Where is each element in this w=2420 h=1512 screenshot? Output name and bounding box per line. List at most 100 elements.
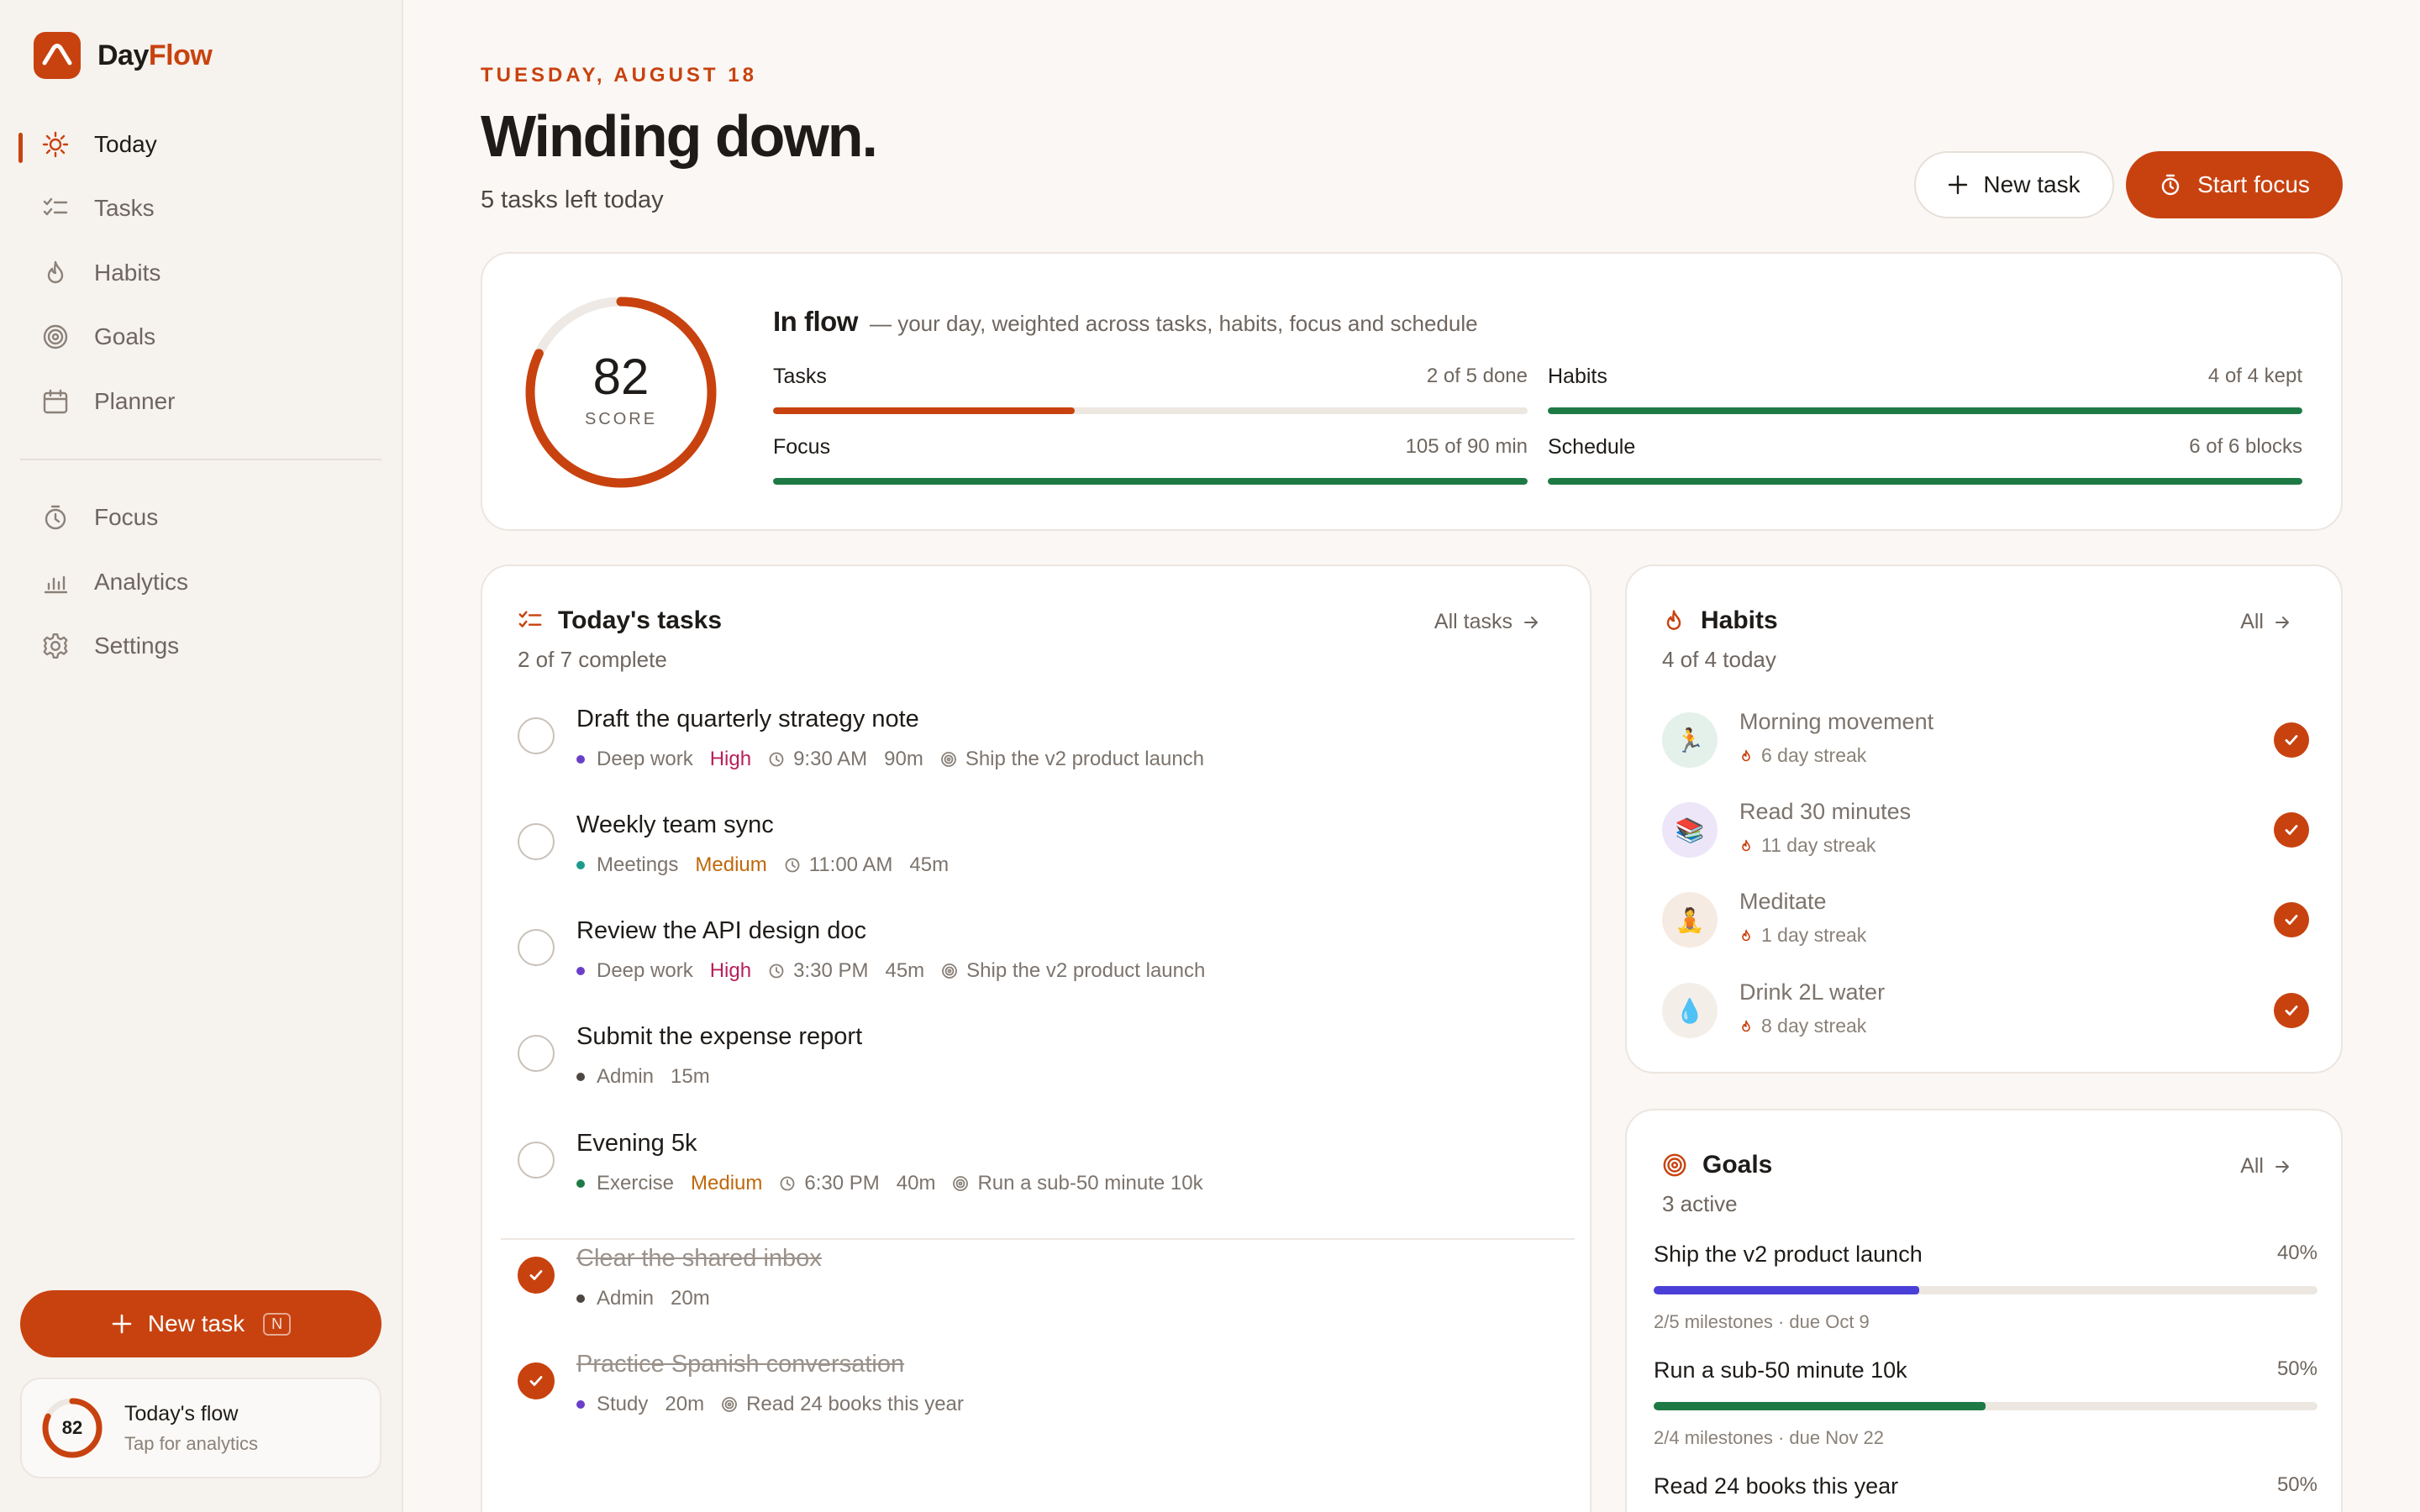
nav-item-habits[interactable]: Habits: [20, 244, 381, 302]
habit-checkbox-checked[interactable]: [2274, 993, 2309, 1028]
metric-name: Tasks: [773, 365, 827, 388]
metric-name: Schedule: [1548, 435, 1636, 459]
nav-label: Settings: [94, 633, 180, 659]
habit-name: Morning movement: [1739, 709, 1934, 734]
gear-icon: [40, 631, 71, 661]
task-time: 6:30 PM: [804, 1172, 880, 1194]
nav-item-analytics[interactable]: Analytics: [20, 554, 381, 611]
arrow-right-icon: [2274, 1158, 2291, 1175]
task-checkbox[interactable]: [518, 929, 555, 966]
new-task-label: New task: [1983, 171, 2081, 197]
task-checkbox[interactable]: [518, 717, 555, 754]
checklist-icon: [40, 193, 71, 223]
task-duration: 15m: [671, 1065, 710, 1088]
target-icon: [952, 1175, 969, 1192]
task-meta: Admin 15m: [576, 1065, 710, 1089]
habit-row: 💧 Drink 2L water 8 day streak: [1662, 978, 2309, 1045]
task-title: Review the API design doc: [576, 917, 866, 944]
metric-value: 2 of 5 done: [1426, 365, 1528, 387]
task-checkbox-checked[interactable]: [518, 1257, 555, 1294]
water-drop-icon: 💧: [1662, 983, 1718, 1038]
task-goal-wrap: Ship the v2 product launch: [941, 959, 1205, 983]
page-title: Winding down.: [481, 103, 878, 169]
habit-name: Read 30 minutes: [1739, 799, 1912, 824]
completed-divider: [501, 1238, 1575, 1240]
task-title: Clear the shared inbox: [576, 1245, 822, 1272]
goal-header: Run a sub-50 minute 10k 50%: [1654, 1357, 2317, 1383]
goal-percent: 50%: [2276, 1357, 2317, 1380]
habit-checkbox-checked[interactable]: [2274, 812, 2309, 848]
nav-label: Goals: [94, 323, 156, 349]
task-checkbox[interactable]: [518, 823, 555, 860]
task-row[interactable]: Clear the shared inbox Admin 20m: [518, 1243, 1560, 1336]
flame-icon: [1739, 1019, 1753, 1034]
nav-item-today[interactable]: Today: [18, 116, 381, 173]
nav-item-settings[interactable]: Settings: [20, 617, 381, 675]
task-row[interactable]: Draft the quarterly strategy note Deep wo…: [518, 704, 1560, 796]
start-focus-label: Start focus: [2197, 171, 2310, 197]
metric-habits: Habits 4 of 4 kept: [1548, 365, 2302, 414]
task-checkbox[interactable]: [518, 1142, 555, 1179]
habit-streak-text: 8 day streak: [1761, 1015, 1867, 1037]
task-meta: Study 20m Read 24 books this year: [576, 1393, 964, 1416]
target-icon: [940, 751, 957, 768]
task-row[interactable]: Evening 5k Exercise Medium 6:30 PM 40m Run a …: [518, 1128, 1560, 1221]
clock-icon: [784, 857, 801, 874]
new-task-button[interactable]: New task: [1914, 151, 2114, 218]
start-focus-button[interactable]: Start focus: [2126, 151, 2343, 218]
task-time-wrap: 6:30 PM: [779, 1172, 880, 1195]
category-dot: [576, 755, 585, 764]
task-checkbox-checked[interactable]: [518, 1362, 555, 1399]
all-goals-link[interactable]: All: [2240, 1154, 2291, 1179]
nav-item-focus[interactable]: Focus: [20, 489, 381, 546]
goal-row[interactable]: Run a sub-50 minute 10k 50% 2/4 milestones…: [1654, 1357, 2317, 1449]
habit-checkbox-checked[interactable]: [2274, 902, 2309, 937]
metric-progress-fill: [773, 407, 1076, 414]
task-title: Draft the quarterly strategy note: [576, 706, 919, 732]
goal-name: Read 24 books this year: [1654, 1473, 1899, 1499]
metric-progress-track: [1548, 407, 2302, 414]
task-checkbox[interactable]: [518, 1035, 555, 1072]
card-subtitle: 4 of 4 today: [1662, 647, 1776, 672]
sidebar-new-task-button[interactable]: New task N: [20, 1290, 381, 1357]
goal-row[interactable]: Ship the v2 product launch 40% 2/5 milesto…: [1654, 1242, 2317, 1333]
logo-mark-icon: [34, 32, 81, 79]
task-category: Admin: [597, 1065, 655, 1088]
goal-meta: 2/4 milestones · due Nov 22: [1654, 1427, 1884, 1448]
goal-row[interactable]: Read 24 books this year 50%: [1654, 1473, 2317, 1512]
task-title: Evening 5k: [576, 1130, 697, 1157]
habit-streak-text: 11 day streak: [1761, 834, 1876, 856]
nav-item-planner[interactable]: Planner: [20, 373, 381, 430]
habit-streak: 11 day streak: [1739, 834, 1876, 857]
task-row[interactable]: Review the API design doc Deep work High 3:…: [518, 916, 1560, 1008]
metric-schedule: Schedule 6 of 6 blocks: [1548, 435, 2302, 485]
task-row[interactable]: Weekly team sync Meetings Medium 11:00 AM 45…: [518, 810, 1560, 902]
task-duration: 45m: [885, 959, 925, 982]
flame-icon: [40, 258, 71, 288]
all-tasks-link[interactable]: All tasks: [1434, 610, 1539, 634]
metric-value: 6 of 6 blocks: [2189, 435, 2302, 458]
score-label: SCORE: [584, 410, 658, 428]
habit-name: Drink 2L water: [1739, 979, 1886, 1005]
category-dot: [576, 861, 585, 869]
task-row[interactable]: Submit the expense report Admin 15m: [518, 1021, 1560, 1114]
target-icon: [40, 322, 71, 352]
habits-card: Habits 4 of 4 today All 🏃 Morning movemen…: [1625, 564, 2343, 1074]
app-logo[interactable]: DayFlow: [34, 32, 213, 79]
goal-progress-fill: [1654, 1402, 1986, 1410]
flow-score-card: 82 SCORE In flow — your day, weighted acr…: [481, 252, 2343, 531]
nav-item-goals[interactable]: Goals: [20, 308, 381, 365]
meditation-icon: 🧘: [1662, 892, 1718, 948]
goal-percent: 50%: [2276, 1473, 2317, 1496]
nav-label: Focus: [94, 504, 159, 530]
goal-progress-fill: [1654, 1286, 1919, 1294]
task-meta: Exercise Medium 6:30 PM 40m Run a sub-50 min…: [576, 1172, 1203, 1195]
todays-flow-card[interactable]: 82 Today's flow Tap for analytics: [20, 1378, 381, 1478]
books-icon: 📚: [1662, 802, 1718, 858]
arrow-right-icon: [1523, 614, 1539, 631]
task-row[interactable]: Practice Spanish conversation Study 20m Rea…: [518, 1349, 1560, 1441]
habit-checkbox-checked[interactable]: [2274, 722, 2309, 758]
mini-score-ring: 82: [40, 1396, 104, 1460]
all-habits-link[interactable]: All: [2240, 610, 2291, 634]
nav-item-tasks[interactable]: Tasks: [20, 180, 381, 237]
